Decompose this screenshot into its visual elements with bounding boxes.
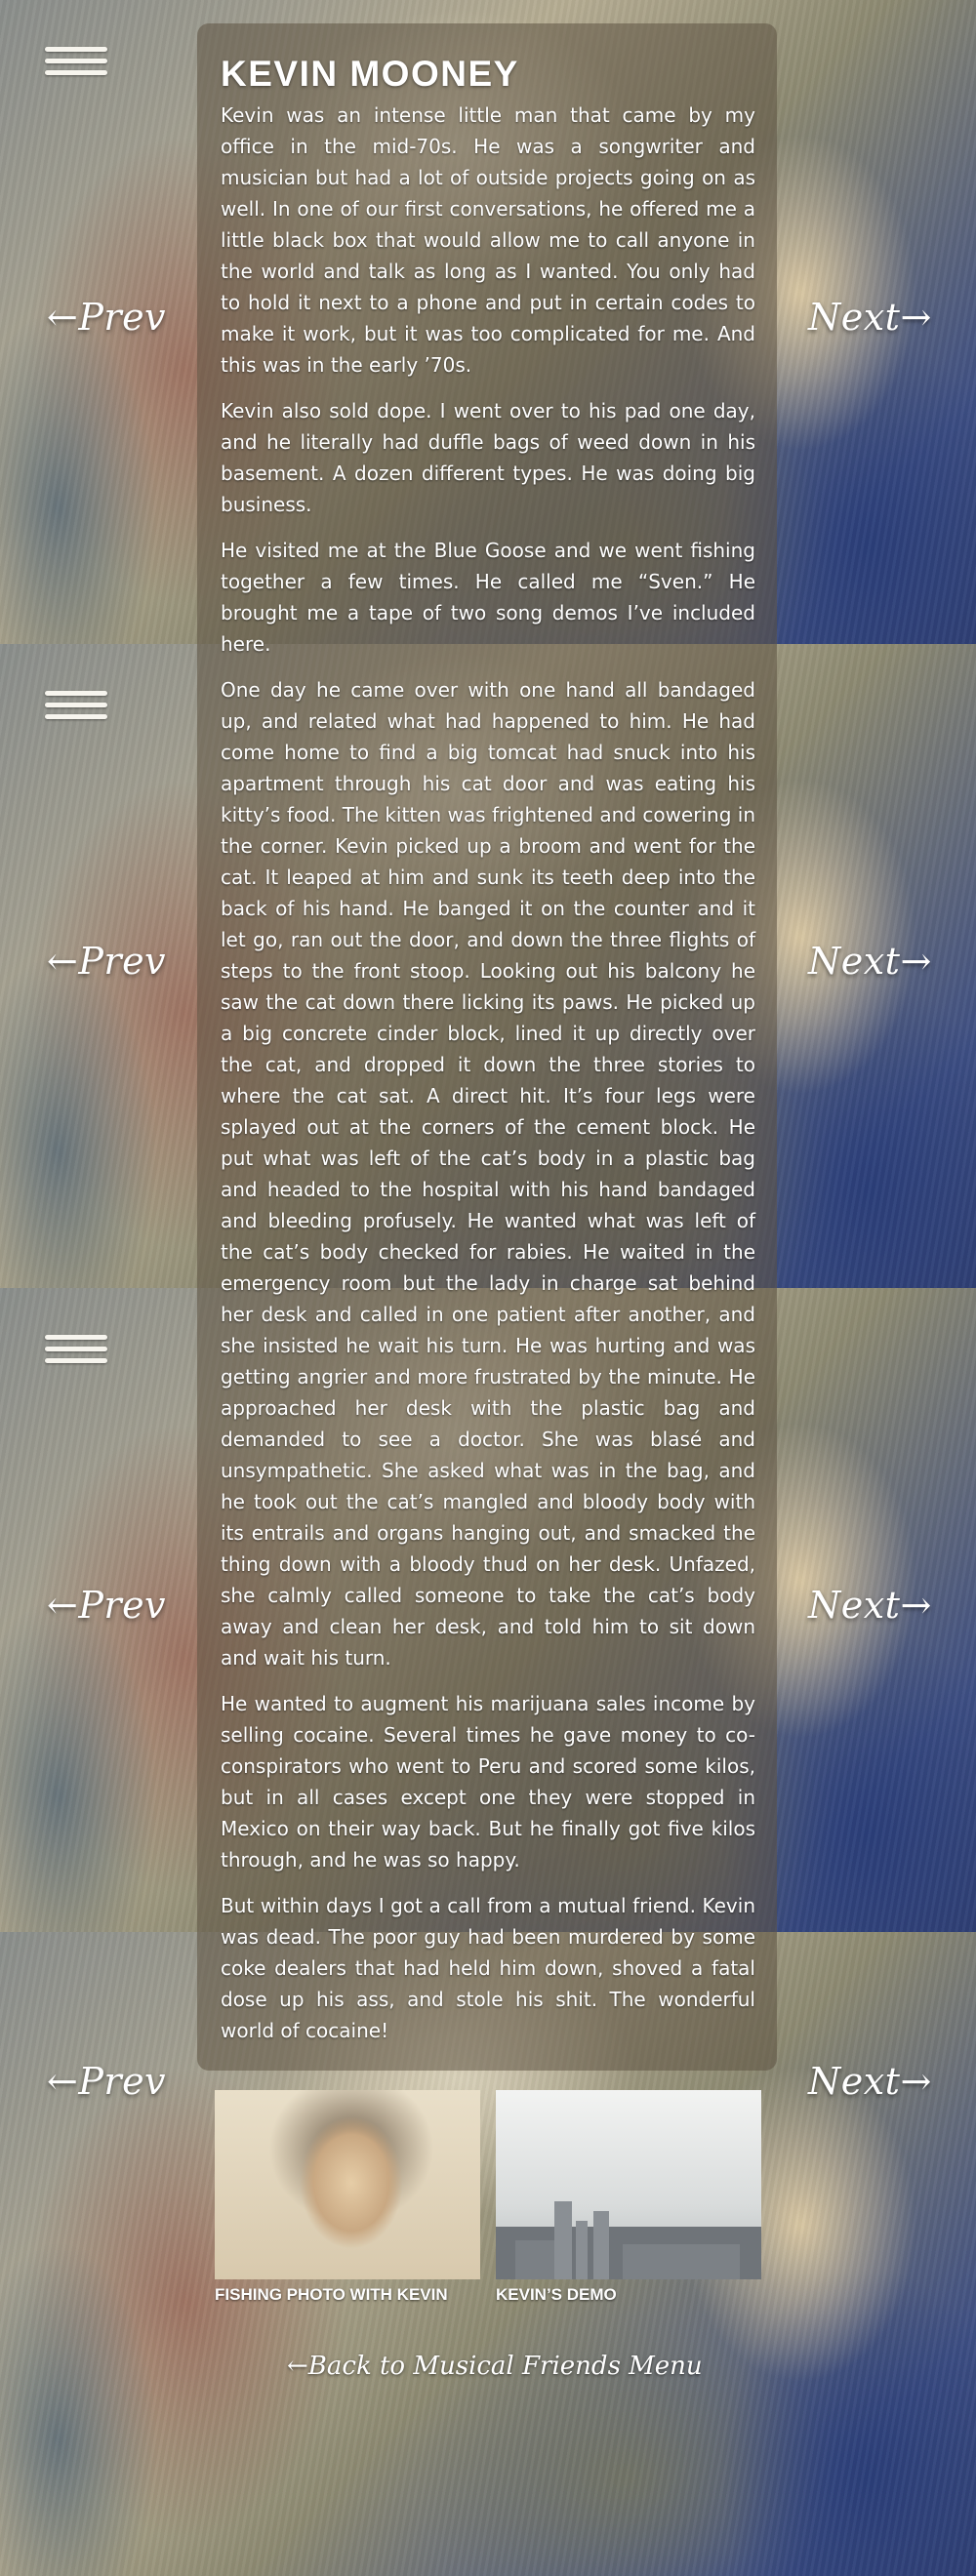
fishing-photo-image[interactable] <box>215 2090 480 2279</box>
next-link[interactable]: Next→ <box>808 943 932 980</box>
article-paragraph: Kevin also sold dope. I went over to his… <box>221 399 755 516</box>
demo-thumbnail[interactable]: KEVIN’S DEMO <box>496 2090 761 2305</box>
article-paragraph: But within days I got a call from a mutu… <box>221 1894 755 2042</box>
prev-link[interactable]: ←Prev <box>47 299 166 336</box>
prev-link[interactable]: ←Prev <box>47 943 166 980</box>
article-paragraph: He wanted to augment his marijuana sales… <box>221 1692 755 1872</box>
page-title: KEVIN MOONEY <box>221 54 519 94</box>
prev-link[interactable]: ←Prev <box>47 2063 166 2100</box>
hamburger-menu-icon[interactable] <box>45 1335 107 1368</box>
next-link[interactable]: Next→ <box>808 1587 932 1624</box>
article-content: KEVIN MOONEY Kevin was an intense little… <box>221 53 755 2061</box>
demo-image[interactable] <box>496 2090 761 2279</box>
thumbnail-caption[interactable]: FISHING PHOTO WITH KEVIN <box>215 2285 480 2305</box>
article-paragraph: He visited me at the Blue Goose and we w… <box>221 539 755 656</box>
fishing-photo-thumbnail[interactable]: FISHING PHOTO WITH KEVIN <box>215 2090 480 2305</box>
hamburger-menu-icon[interactable] <box>45 47 107 80</box>
prev-link[interactable]: ←Prev <box>47 1587 166 1624</box>
article-paragraph: One day he came over with one hand all b… <box>221 678 755 1670</box>
hamburger-menu-icon[interactable] <box>45 691 107 724</box>
article-paragraph: Kevin was an intense little man that cam… <box>221 103 755 377</box>
back-to-menu-link[interactable]: ←Back to Musical Friends Menu <box>287 2352 703 2381</box>
thumbnail-caption[interactable]: KEVIN’S DEMO <box>496 2285 761 2305</box>
next-link[interactable]: Next→ <box>808 299 932 336</box>
next-link[interactable]: Next→ <box>808 2063 932 2100</box>
